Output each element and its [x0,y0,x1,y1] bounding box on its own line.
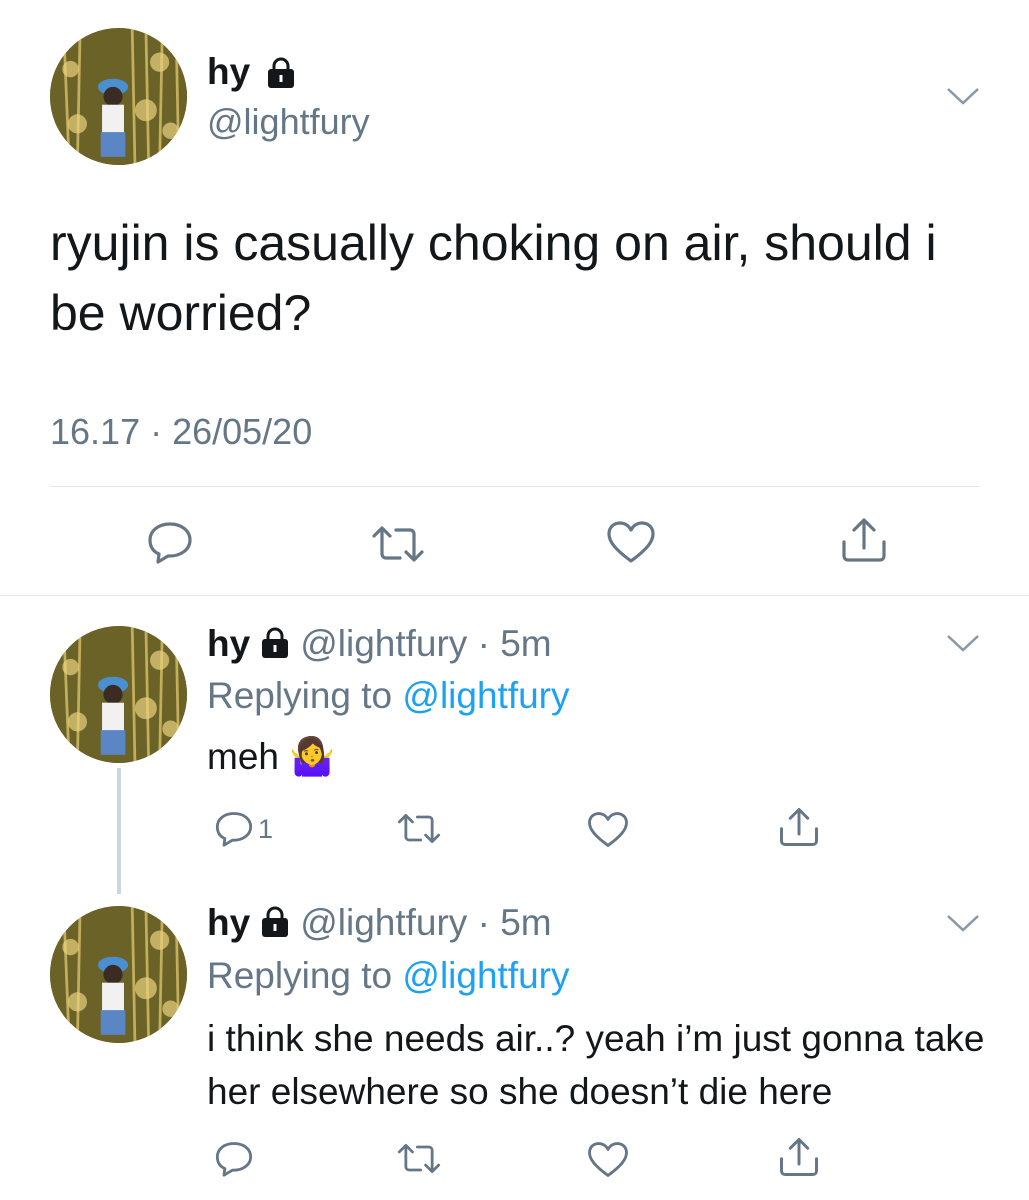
handle[interactable]: @lightfury [207,100,370,144]
reply-header: hy @lightfury · 5m [207,622,552,666]
share-icon[interactable] [778,806,820,848]
tweet-text: ryujin is casually choking on air, shoul… [50,215,937,341]
lock-icon [264,56,298,90]
time-ago[interactable]: 5m [500,623,551,664]
replying-prefix: Replying to [207,955,403,996]
lock-icon [258,905,292,939]
share-icon[interactable] [778,1136,820,1178]
display-name[interactable]: hy [207,50,250,94]
handle[interactable]: @lightfury [300,902,467,943]
like-icon[interactable] [587,1141,629,1178]
time-ago[interactable]: 5m [500,902,551,943]
display-name[interactable]: hy [207,623,250,664]
retweet-icon[interactable] [396,812,442,845]
retweet-icon[interactable] [370,524,426,564]
reply-icon[interactable] [214,810,254,847]
avatar[interactable] [50,626,187,763]
chevron-down-icon[interactable] [946,633,980,653]
reply-icon[interactable] [146,520,194,564]
mention-link[interactable]: @lightfury [402,675,569,716]
share-icon[interactable] [840,516,888,564]
chevron-down-icon[interactable] [946,86,980,106]
reply-text: i think she needs air..? yeah i’m just g… [207,1018,985,1112]
avatar-photo [50,906,187,1043]
avatar[interactable] [50,28,187,165]
separator-dot: · [467,623,501,664]
display-name[interactable]: hy [207,902,250,943]
divider [0,595,1029,596]
avatar[interactable] [50,906,187,1043]
avatar-photo [50,28,187,165]
like-icon[interactable] [587,811,629,848]
reply-count: 1 [258,814,274,844]
replying-to: Replying to @lightfury [207,674,570,718]
reply-text: meh 🤷‍♀️ [207,736,336,777]
avatar-photo [50,626,187,763]
divider [50,486,979,487]
mention-link[interactable]: @lightfury [402,955,569,996]
lock-icon [258,626,292,660]
thread-connector [117,768,121,894]
like-icon[interactable] [606,520,656,564]
replying-to: Replying to @lightfury [207,954,570,998]
reply-icon[interactable] [214,1140,254,1177]
handle[interactable]: @lightfury [300,623,467,664]
timestamp[interactable]: 16.17 · 26/05/20 [50,410,312,454]
chevron-down-icon[interactable] [946,913,980,933]
separator-dot: · [467,902,501,943]
replying-prefix: Replying to [207,675,403,716]
retweet-icon[interactable] [396,1142,442,1175]
reply-header: hy @lightfury · 5m [207,901,552,945]
